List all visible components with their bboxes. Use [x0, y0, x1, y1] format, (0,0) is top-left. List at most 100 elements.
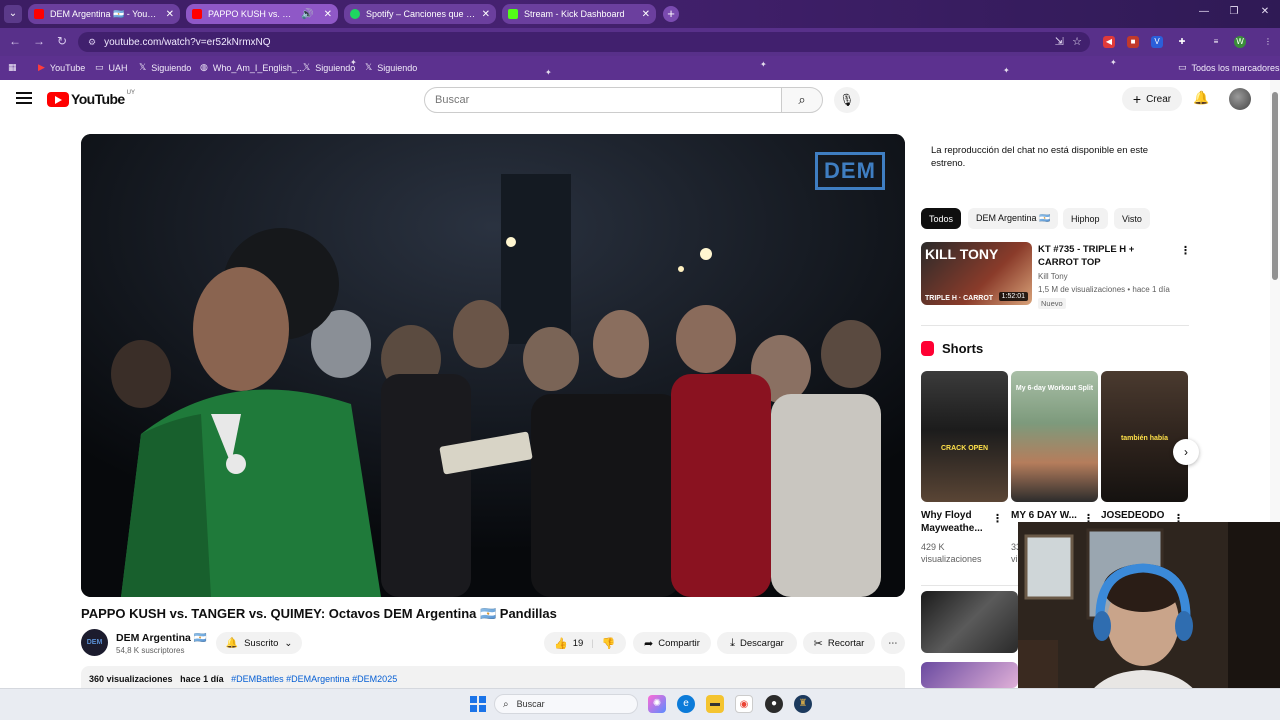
sidebar-video-thumbnail[interactable] — [921, 591, 1018, 653]
create-button[interactable]: + Crear — [1122, 87, 1182, 111]
extension-audio-icon[interactable]: ◀ — [1103, 36, 1115, 48]
chevron-right-icon[interactable]: › — [1173, 439, 1199, 465]
search-placeholder: Buscar — [435, 94, 470, 106]
bookmark-label: YouTube — [49, 62, 86, 73]
like-dislike-group: 👍 19 | 👎 — [544, 632, 626, 654]
chip-visto[interactable]: Visto — [1114, 208, 1150, 229]
scrollbar-thumb[interactable] — [1272, 92, 1278, 280]
copilot-icon[interactable]: ✺ — [648, 695, 666, 713]
bookmark-label: UAH — [108, 62, 128, 73]
hamburger-menu-icon[interactable] — [16, 92, 32, 106]
short-title-3[interactable]: JOSEDEODO — [1101, 509, 1171, 522]
bookmark-uah[interactable]: ▭ UAH — [95, 62, 128, 73]
extension-vpn-icon[interactable]: V — [1151, 36, 1163, 48]
recommended-thumbnail[interactable]: KILL TONY 1:52:01 TRIPLE H · CARROT — [921, 242, 1032, 305]
short-title-2[interactable]: MY 6 DAY W... — [1011, 509, 1081, 522]
all-bookmarks[interactable]: ▭ Todos los marcadores — [1178, 62, 1280, 73]
youtube-logo[interactable]: YouTube UY — [47, 90, 135, 107]
more-vert-icon[interactable]: ⋮ — [992, 512, 1003, 525]
tab-pappo-kush[interactable]: PAPPO KUSH vs. TANGER vs. QUIMEY 🔊 ✕ — [186, 4, 338, 24]
more-vert-icon[interactable]: ⋮ — [1180, 244, 1191, 257]
download-icon: ⤓ — [730, 636, 736, 649]
close-window-icon[interactable]: ✕ — [1259, 6, 1271, 17]
chip-todos[interactable]: Todos — [921, 208, 962, 229]
game-launcher-icon[interactable]: ♜ — [794, 695, 812, 713]
bookmark-siguiendo-1[interactable]: 𝕏 Siguiendo — [139, 62, 191, 73]
edge-browser-icon[interactable]: e — [677, 695, 695, 713]
bookmark-youtube[interactable]: ▶ YouTube — [38, 62, 85, 73]
taskbar-search[interactable]: ⌕ Buscar — [494, 694, 638, 714]
bookmark-star-icon[interactable]: ☆ — [1072, 35, 1082, 48]
clip-button[interactable]: ✂ Recortar — [803, 632, 875, 654]
search-input[interactable]: Buscar — [424, 87, 782, 113]
short-title-1[interactable]: Why Floyd Mayweathe... — [921, 509, 991, 535]
site-info-icon[interactable]: ⚙ — [88, 37, 96, 48]
obs-studio-icon[interactable]: ● — [765, 695, 783, 713]
account-avatar[interactable] — [1229, 88, 1251, 110]
chip-dem-argentina[interactable]: DEM Argentina 🇦🇷 — [968, 208, 1059, 229]
notifications-bell-icon[interactable]: 🔔 — [1193, 90, 1209, 106]
tab-spotify[interactable]: Spotify – Canciones que te gustan ✕ — [344, 4, 496, 24]
bookmark-who-am-i[interactable]: ◍ Who_Am_I_English_... — [200, 62, 304, 73]
profile-avatar-icon[interactable]: W — [1234, 36, 1246, 48]
windows-start-icon[interactable] — [470, 696, 486, 712]
close-tab-icon[interactable]: ✕ — [642, 9, 650, 20]
extension-stop-icon[interactable]: ■ — [1127, 36, 1139, 48]
chip-hiphop[interactable]: Hiphop — [1063, 208, 1108, 229]
more-actions-icon[interactable]: ⋯ — [881, 632, 905, 654]
tab-kick-dashboard[interactable]: Stream - Kick Dashboard ✕ — [502, 4, 656, 24]
recommended-channel[interactable]: Kill Tony — [1038, 272, 1068, 281]
short-thumbnail-3[interactable]: también había — [1101, 371, 1188, 502]
hashtags[interactable]: #DEMBattles #DEMArgentina #DEM2025 — [231, 674, 397, 684]
download-button[interactable]: ⤓ Descargar — [717, 632, 797, 654]
close-tab-icon[interactable]: ✕ — [482, 9, 490, 20]
description-box[interactable]: 360 visualizaciones hace 1 día #DEMBattl… — [81, 666, 905, 688]
close-tab-icon[interactable]: ✕ — [324, 9, 332, 20]
channel-name[interactable]: DEM Argentina 🇦🇷 — [116, 631, 207, 644]
clip-label: Recortar — [827, 637, 865, 649]
bookmark-siguiendo-3[interactable]: 𝕏 Siguiendo — [365, 62, 417, 73]
recommended-title[interactable]: KT #735 - TRIPLE H + CARROT TOP — [1038, 243, 1176, 269]
subscribed-label: Suscrito — [244, 637, 279, 649]
apps-grid-icon[interactable]: ▦ — [8, 62, 17, 73]
url-bar[interactable]: ⚙ youtube.com/watch?v=er52kNrmxNQ ☆ ⇲ — [78, 32, 1090, 52]
chrome-browser-icon[interactable]: ◉ — [735, 695, 753, 713]
minimize-icon[interactable]: — — [1198, 6, 1210, 17]
chevron-down-icon: ⌄ — [284, 637, 293, 649]
extensions-puzzle-icon[interactable]: ✚ — [1176, 36, 1188, 48]
new-badge: Nuevo — [1038, 298, 1066, 309]
short-thumbnail-2[interactable]: My 6-day Workout Split — [1011, 371, 1098, 502]
forward-arrow-icon[interactable]: → — [33, 34, 45, 48]
like-thumb-icon[interactable]: 👍 — [554, 637, 568, 650]
menu-dots-icon[interactable]: ⋮ — [1262, 36, 1274, 48]
video-title: PAPPO KUSH vs. TANGER vs. QUIMEY: Octavo… — [81, 606, 557, 621]
file-explorer-icon[interactable]: ▬ — [706, 695, 724, 713]
media-controls-icon[interactable]: ≡ — [1210, 36, 1222, 48]
download-label: Descargar — [740, 637, 784, 649]
tab-title: PAPPO KUSH vs. TANGER vs. QUIMEY — [208, 9, 295, 19]
thumbnail-subtext: TRIPLE H · CARROT — [925, 295, 994, 302]
new-tab-plus-icon[interactable]: + — [663, 6, 679, 22]
restore-icon[interactable]: ❐ — [1228, 6, 1240, 17]
channel-avatar[interactable]: DEM — [81, 629, 108, 656]
back-arrow-icon[interactable]: ← — [9, 34, 21, 48]
divider — [921, 325, 1189, 326]
view-count: 360 visualizaciones — [89, 674, 173, 684]
share-button[interactable]: ➦ Compartir — [633, 632, 711, 654]
folder-icon: ▭ — [95, 62, 104, 72]
dislike-thumb-icon[interactable]: 👎 — [602, 637, 616, 650]
video-player[interactable]: DEM — [81, 134, 905, 597]
speaker-icon[interactable]: 🔊 — [301, 9, 313, 20]
tab-list-chevron-icon[interactable]: ⌄ — [4, 5, 22, 23]
sidebar-video-thumbnail[interactable] — [921, 662, 1018, 688]
tab-dem-youtube[interactable]: DEM Argentina 🇦🇷 - YouTube ✕ — [28, 4, 180, 24]
close-tab-icon[interactable]: ✕ — [166, 9, 174, 20]
install-app-icon[interactable]: ⇲ — [1055, 35, 1064, 48]
search-icon[interactable]: ⌕ — [781, 87, 823, 113]
subscribed-button[interactable]: 🔔 Suscrito ⌄ — [216, 632, 302, 654]
short-thumbnail-1[interactable]: CRACK OPEN — [921, 371, 1008, 502]
reload-icon[interactable]: ↻ — [57, 34, 67, 48]
microphone-icon[interactable]: 🎙 — [834, 87, 860, 113]
share-arrow-icon: ➦ — [644, 637, 654, 650]
bookmark-siguiendo-2[interactable]: 𝕏 Siguiendo — [303, 62, 355, 73]
